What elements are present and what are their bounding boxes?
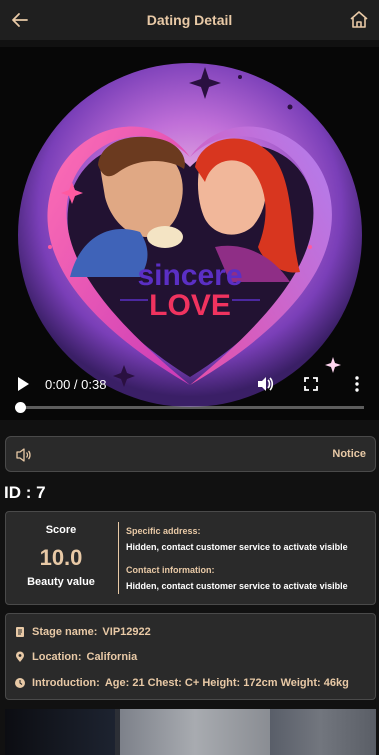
score-divider <box>118 522 119 594</box>
clock-icon <box>15 678 25 688</box>
gallery-photo[interactable] <box>5 709 376 755</box>
introduction-row: Introduction: Age: 21 Chest: C+ Height: … <box>14 675 349 691</box>
score-label: Score <box>45 524 77 536</box>
score-panel: Score 10.0 Beauty value <box>6 512 116 606</box>
profile-id: ID : 7 <box>4 483 46 502</box>
video-progress-thumb[interactable] <box>15 402 26 413</box>
beauty-value-label: Beauty value <box>27 576 95 588</box>
video-progress-bar[interactable] <box>15 402 364 413</box>
svg-text:LOVE: LOVE <box>149 289 231 322</box>
arrow-left-icon[interactable] <box>8 8 32 32</box>
address-key: Specific address: <box>126 526 201 536</box>
introduction-key: Introduction: <box>32 677 100 689</box>
details-card: Stage name: VIP12922 Location: Californi… <box>5 613 376 700</box>
video-player[interactable]: sincere LOVE 0:00 / 0:38 <box>0 47 379 420</box>
stage-name-row: Stage name: VIP12922 <box>14 624 151 640</box>
location-value: California <box>86 651 138 663</box>
introduction-value: Age: 21 Chest: C+ Height: 172cm Weight: … <box>104 677 349 689</box>
address-value: Hidden, contact customer service to acti… <box>126 542 348 552</box>
svg-text:sincere: sincere <box>137 259 242 292</box>
location-key: Location: <box>32 651 82 663</box>
more-vertical-icon[interactable] <box>348 375 366 393</box>
fullscreen-icon[interactable] <box>302 375 320 393</box>
contact-info: Contact information: Hidden, contact cus… <box>126 564 348 592</box>
score-card: Score 10.0 Beauty value Specific address… <box>5 511 376 605</box>
speaker-icon <box>16 448 31 462</box>
notice-label[interactable]: Notice <box>332 448 366 460</box>
contact-value: Hidden, contact customer service to acti… <box>126 581 348 591</box>
photo-door <box>120 709 270 755</box>
top-app-bar: Dating Detail <box>0 0 379 40</box>
score-value: 10.0 <box>39 545 83 570</box>
volume-icon[interactable] <box>256 375 274 393</box>
video-controls: 0:00 / 0:38 <box>0 365 379 420</box>
document-icon <box>16 627 24 637</box>
video-time: 0:00 / 0:38 <box>45 377 107 392</box>
location-pin-icon <box>16 651 24 662</box>
stage-name-value: VIP12922 <box>102 626 151 638</box>
stage-name-key: Stage name: <box>32 626 98 638</box>
address-info: Specific address: Hidden, contact custom… <box>126 525 348 553</box>
location-row: Location: California <box>14 649 137 665</box>
page-title: Dating Detail <box>146 12 233 28</box>
play-icon[interactable] <box>14 375 32 393</box>
notice-bar[interactable]: Notice <box>5 436 376 472</box>
home-icon[interactable] <box>347 8 371 32</box>
contact-key: Contact information: <box>126 565 215 575</box>
